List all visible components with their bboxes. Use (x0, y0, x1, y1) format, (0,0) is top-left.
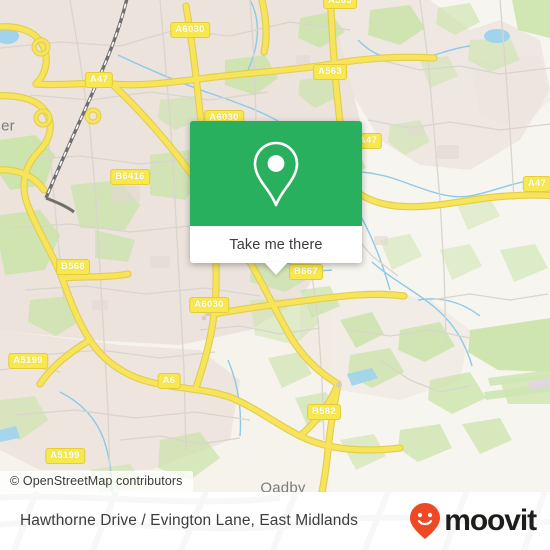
road-shield: A5199 (45, 448, 85, 464)
place-label-leicester: er (1, 117, 15, 135)
road-shield: A563 (313, 64, 347, 80)
road-shield: A47 (84, 72, 114, 88)
location-pin-icon (253, 141, 299, 206)
road-shield: A5199 (8, 353, 48, 369)
road-shield: B582 (307, 404, 341, 420)
moovit-wordmark: moovit (444, 504, 537, 537)
moovit-brand[interactable]: moovit (409, 502, 537, 540)
road-shield: B6416 (110, 169, 150, 185)
road-shield: A47 (522, 176, 550, 192)
map-attribution[interactable]: © OpenStreetMap contributors (0, 471, 193, 492)
road-shield: A6030 (170, 22, 210, 38)
popup-action-bar[interactable]: Take me there (190, 226, 362, 275)
popup-pin-area (190, 121, 362, 226)
map-screenshot-root: A6030 A563 A563 A47 A6030 A47 A47 B6416 … (0, 0, 550, 550)
road-shield: B568 (56, 259, 90, 275)
place-label-oadby: Oadby (260, 479, 306, 493)
road-shield: A563 (323, 0, 357, 9)
map-viewport[interactable]: A6030 A563 A563 A47 A6030 A47 A47 B6416 … (0, 0, 550, 492)
footer-bar: Hawthorne Drive / Evington Lane, East Mi… (0, 492, 550, 550)
road-shield: A6 (157, 373, 181, 389)
popup-tail-arrow (264, 262, 288, 275)
take-me-there-label: Take me there (229, 236, 323, 253)
moovit-pin-smiley-icon (410, 503, 441, 539)
footer-content: Hawthorne Drive / Evington Lane, East Mi… (0, 492, 550, 550)
map-popup-card[interactable]: Take me there (190, 121, 362, 275)
station-title: Hawthorne Drive / Evington Lane, East Mi… (20, 512, 359, 529)
road-shield: B667 (289, 264, 323, 280)
road-shield: A6030 (189, 297, 229, 313)
